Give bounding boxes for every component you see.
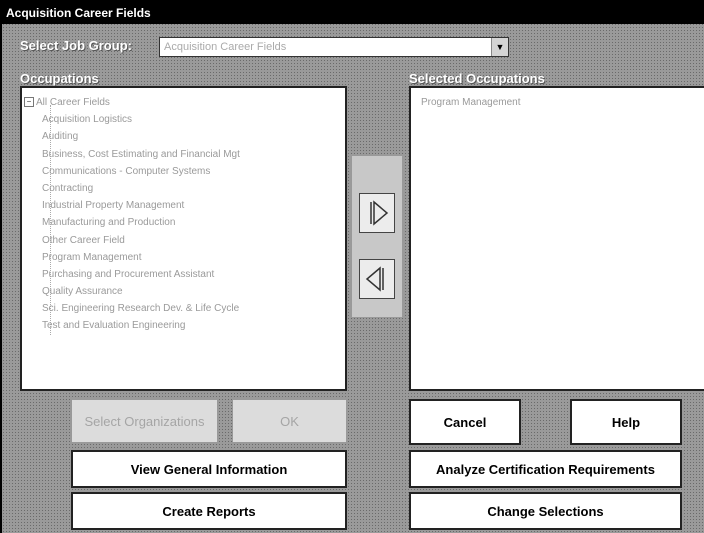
occupations-label: Occupations <box>20 71 99 86</box>
triangle-right-icon <box>370 200 389 226</box>
list-item[interactable]: Business, Cost Estimating and Financial … <box>22 146 240 163</box>
create-reports-button[interactable]: Create Reports <box>71 492 347 530</box>
list-item[interactable]: Quality Assurance <box>22 283 240 300</box>
collapse-icon[interactable]: − <box>24 97 34 108</box>
tree-root-label: All Career Fields <box>36 97 110 108</box>
selected-occupations-list[interactable]: Program Management <box>409 86 704 391</box>
list-item[interactable]: Communications - Computer Systems <box>22 163 240 180</box>
select-organizations-button[interactable]: Select Organizations <box>71 399 218 443</box>
occupations-list[interactable]: − All Career Fields Acquisition Logistics… <box>20 86 347 391</box>
list-item[interactable]: Program Management <box>22 249 240 266</box>
analyze-certification-requirements-button[interactable]: Analyze Certification Requirements <box>409 450 682 488</box>
list-item[interactable]: Test and Evaluation Engineering <box>22 317 240 334</box>
job-group-label: Select Job Group: <box>20 38 132 53</box>
list-item[interactable]: Contracting <box>22 180 240 197</box>
list-item[interactable]: Acquisition Logistics <box>22 111 240 128</box>
main-window: Acquisition Career Fields Select Job Gro… <box>0 0 704 533</box>
selected-tree: Program Management <box>421 94 521 111</box>
list-item[interactable]: Industrial Property Management <box>22 197 240 214</box>
triangle-left-icon <box>365 266 384 292</box>
occupations-tree: − All Career Fields Acquisition Logistics… <box>22 94 240 335</box>
list-item[interactable]: Sci. Engineering Research Dev. & Life Cy… <box>22 300 240 317</box>
window-title: Acquisition Career Fields <box>2 2 704 24</box>
list-item[interactable]: Program Management <box>421 94 521 111</box>
view-general-information-button[interactable]: View General Information <box>71 450 347 488</box>
list-item[interactable]: Purchasing and Procurement Assistant <box>22 266 240 283</box>
transfer-buttons-panel <box>351 155 403 318</box>
ok-button[interactable]: OK <box>232 399 347 443</box>
list-item[interactable]: Other Career Field <box>22 232 240 249</box>
list-item[interactable]: Manufacturing and Production <box>22 214 240 231</box>
tree-root[interactable]: − All Career Fields <box>22 94 240 111</box>
cancel-button[interactable]: Cancel <box>409 399 521 445</box>
add-button[interactable] <box>359 193 395 233</box>
job-group-value: Acquisition Career Fields <box>164 41 287 53</box>
job-group-select[interactable]: Acquisition Career Fields ▼ <box>159 37 509 57</box>
chevron-down-icon[interactable]: ▼ <box>491 38 508 56</box>
selected-occupations-label: Selected Occupations <box>409 71 545 86</box>
remove-button[interactable] <box>359 259 395 299</box>
change-selections-button[interactable]: Change Selections <box>409 492 682 530</box>
help-button[interactable]: Help <box>570 399 682 445</box>
list-item[interactable]: Auditing <box>22 128 240 145</box>
